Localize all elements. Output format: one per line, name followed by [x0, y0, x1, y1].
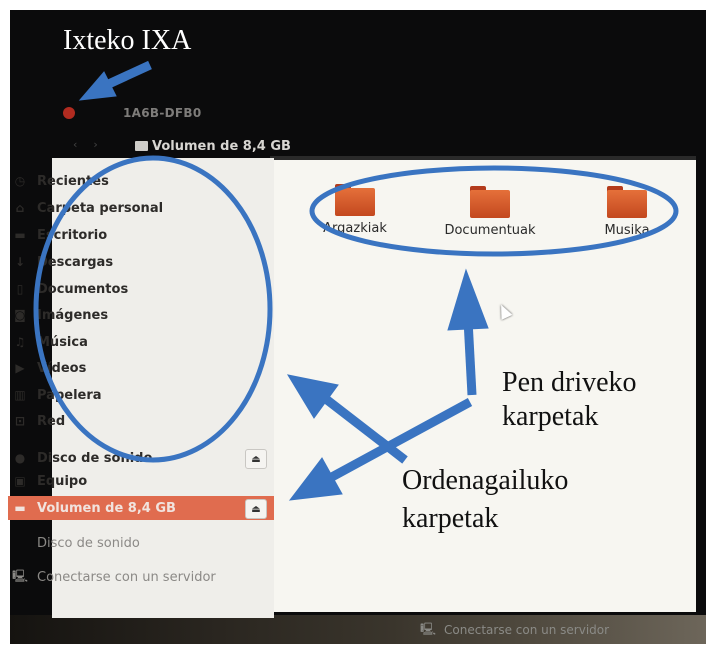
sidebar-highlight-ellipse: [33, 155, 273, 463]
arrow-close: [78, 60, 152, 101]
annotation-computer-line1: Ordenagailuko: [402, 465, 569, 496]
arrow-pendrive: [447, 268, 489, 396]
folders-highlight-ellipse: [309, 165, 679, 257]
annotation-close-hint: Ixteko IXA: [63, 25, 192, 56]
annotation-computer-line2: karpetak: [402, 503, 499, 534]
annotation-overlay: [33, 60, 679, 501]
annotation-pendrive-line2: karpetak: [502, 401, 599, 432]
annotation-pendrive-line1: Pen driveko: [502, 367, 637, 398]
